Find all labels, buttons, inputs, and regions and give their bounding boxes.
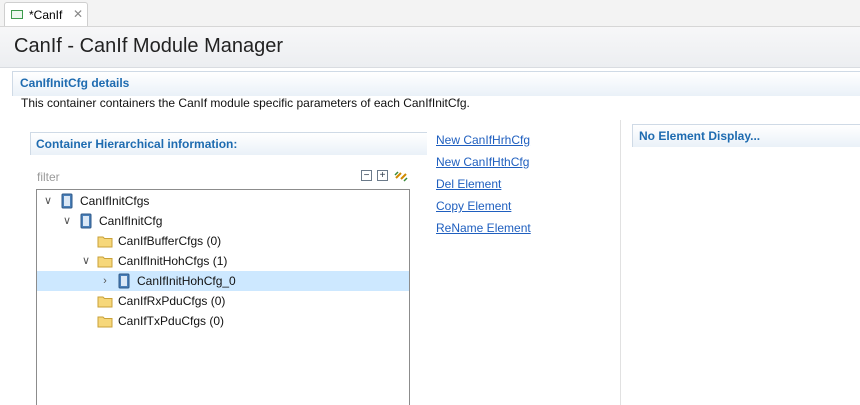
del-element-link[interactable]: Del Element — [436, 177, 501, 191]
close-icon[interactable]: ✕ — [73, 7, 83, 21]
chevron-down-icon[interactable]: ∨ — [79, 253, 93, 269]
chevron-down-icon[interactable]: ∨ — [60, 213, 74, 229]
folder-icon — [97, 236, 113, 248]
new-canifhrhcfg-link[interactable]: New CanIfHrhCfg — [436, 133, 530, 147]
copy-element-link[interactable]: Copy Element — [436, 199, 511, 213]
tree-node-canifinitcfg[interactable]: ∨ CanIfInitCfg — [37, 211, 409, 231]
details-description: This container containers the CanIf modu… — [21, 96, 470, 110]
editor-tab[interactable]: *CanIf ✕ — [4, 2, 88, 26]
editor-tab-title: *CanIf — [29, 8, 63, 22]
tree-node-label: CanIfInitHohCfg_0 — [137, 274, 236, 288]
expand-all-button[interactable]: + — [377, 170, 388, 181]
panel-divider[interactable] — [620, 120, 621, 405]
hierarchy-tree[interactable]: ∨ CanIfInitCfgs ∨ CanIfInitCfg CanIfBuff… — [36, 189, 410, 405]
module-file-icon — [11, 10, 23, 19]
container-icon — [118, 273, 130, 289]
tree-node-canifinithohcfg-0[interactable]: › CanIfInitHohCfg_0 — [37, 271, 409, 291]
tree-node-canifbuffercfgs[interactable]: CanIfBufferCfgs (0) — [37, 231, 409, 251]
tree-node-label: CanIfBufferCfgs (0) — [118, 234, 222, 248]
tree-node-canifrxpducfgs[interactable]: CanIfRxPduCfgs (0) — [37, 291, 409, 311]
chevron-down-icon[interactable]: ∨ — [41, 193, 55, 209]
tree-node-label: CanIfTxPduCfgs (0) — [118, 314, 225, 328]
tree-node-canifinitcfgs[interactable]: ∨ CanIfInitCfgs — [37, 191, 409, 211]
tree-node-label: CanIfInitCfgs — [80, 194, 150, 208]
tree-node-caniftxpducfgs[interactable]: CanIfTxPduCfgs (0) — [37, 311, 409, 331]
collapse-all-button[interactable]: − — [361, 170, 372, 181]
element-display-header[interactable]: No Element Display... — [632, 124, 860, 147]
details-section-title: CanIfInitCfg details — [20, 76, 130, 90]
hierarchy-section-title: Container Hierarchical information: — [36, 137, 238, 151]
page-header: CanIf - CanIf Module Manager — [0, 27, 860, 68]
hierarchy-section-header[interactable]: Container Hierarchical information: — [30, 132, 427, 155]
tree-node-label: CanIfInitHohCfgs (1) — [118, 254, 228, 268]
rename-element-link[interactable]: ReName Element — [436, 221, 531, 235]
filter-input[interactable] — [37, 168, 337, 186]
tree-node-canifinithohcfgs[interactable]: ∨ CanIfInitHohCfgs (1) — [37, 251, 409, 271]
folder-icon — [97, 296, 113, 308]
page-title: CanIf - CanIf Module Manager — [14, 35, 284, 57]
container-icon — [61, 193, 73, 209]
chevron-right-icon[interactable]: › — [98, 273, 112, 289]
folder-icon — [97, 256, 113, 268]
folder-icon — [97, 316, 113, 328]
link-sync-icon[interactable] — [393, 168, 409, 184]
container-icon — [80, 213, 92, 229]
details-section-header[interactable]: CanIfInitCfg details — [12, 71, 860, 96]
tree-node-label: CanIfRxPduCfgs (0) — [118, 294, 226, 308]
element-display-title: No Element Display... — [639, 129, 761, 143]
editor-tab-strip: *CanIf ✕ — [0, 0, 860, 27]
tree-node-label: CanIfInitCfg — [99, 214, 163, 228]
new-canifhthcfg-link[interactable]: New CanIfHthCfg — [436, 155, 529, 169]
